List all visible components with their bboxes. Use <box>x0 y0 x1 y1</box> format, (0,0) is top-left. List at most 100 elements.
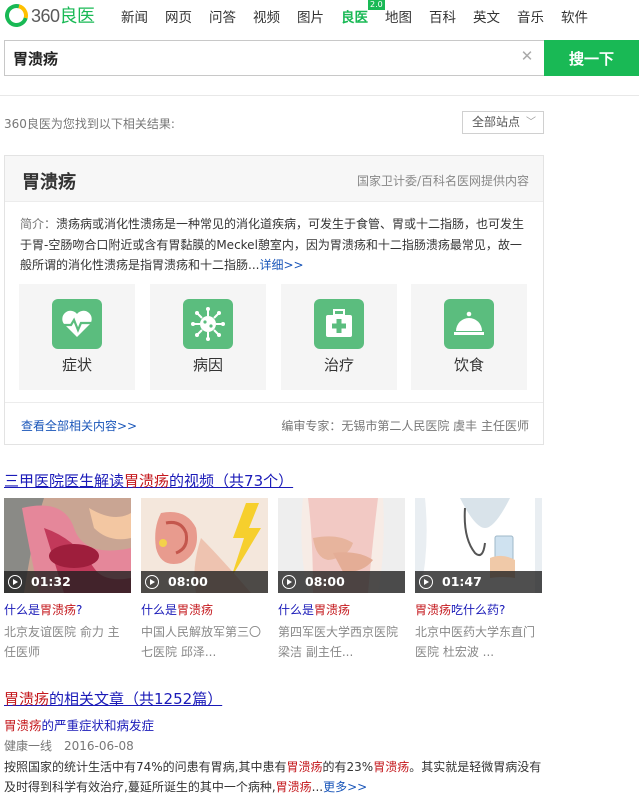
video-item[interactable]: 08:00 什么是胃溃疡 中国人民解放军第三〇七医院 邱泽... <box>141 498 268 668</box>
nav-item-images[interactable]: 图片 <box>297 6 324 26</box>
view-all-link[interactable]: 查看全部相关内容>> <box>21 417 137 434</box>
article-title[interactable]: 胃溃疡的严重症状和病发症 <box>4 715 154 734</box>
chevron-down-icon: ﹀ <box>526 117 536 128</box>
video-title[interactable]: 什么是胃溃疡 <box>278 601 350 618</box>
tile-label: 治疗 <box>323 356 354 374</box>
play-icon <box>8 575 22 589</box>
nav-item-qa[interactable]: 问答 <box>209 6 236 26</box>
video-title[interactable]: 胃溃疡吃什么药? <box>415 601 505 618</box>
logo-text: 360良医 <box>31 2 95 28</box>
video-thumbnail[interactable]: 08:00 <box>141 498 268 593</box>
video-section-heading[interactable]: 三甲医院医生解读胃溃疡的视频（共73个） <box>4 470 293 491</box>
search-input[interactable] <box>4 40 544 76</box>
video-duration: 08:00 <box>278 571 405 593</box>
intro-more-link[interactable]: 详细>> <box>259 258 303 272</box>
nav-item-liangyi[interactable]: 良医 2.0 <box>341 0 385 26</box>
article-more-link[interactable]: 更多>> <box>323 780 367 794</box>
search-button[interactable]: 搜一下 <box>544 40 639 76</box>
food-cloche-icon <box>444 299 494 349</box>
video-thumbnail[interactable]: 01:32 <box>4 498 131 593</box>
site-filter-label: 全部站点 <box>472 115 521 129</box>
article-date: 2016-06-08 <box>64 739 134 753</box>
video-duration: 01:32 <box>4 571 131 593</box>
close-icon[interactable]: ✕ <box>520 49 534 64</box>
tile-label: 症状 <box>61 356 92 374</box>
title-keyword: 胃溃疡 <box>415 603 452 617</box>
nav-item-software[interactable]: 软件 <box>561 6 588 26</box>
nav-item-news[interactable]: 新闻 <box>121 6 148 26</box>
snippet-keyword: 胃溃疡 <box>373 760 410 774</box>
tile-treatment[interactable]: 治疗 <box>281 284 397 390</box>
topic-tiles: 症状 病因 治疗 饮食 <box>19 284 531 390</box>
video-duration: 08:00 <box>141 571 268 593</box>
video-doctor: 中国人民解放军第三〇七医院 邱泽... <box>141 625 262 659</box>
duration-text: 01:32 <box>31 574 71 589</box>
virus-icon <box>183 299 233 349</box>
tile-diet[interactable]: 饮食 <box>411 284 527 390</box>
site-filter-dropdown[interactable]: 全部站点 ﹀ <box>462 111 544 134</box>
nav-item-music[interactable]: 音乐 <box>517 6 544 26</box>
video-item[interactable]: 01:47 胃溃疡吃什么药? 北京中医药大学东直门医院 杜宏波 ... <box>415 498 542 668</box>
snippet-keyword: 胃溃疡 <box>275 780 312 794</box>
article-meta: 健康一线 2016-06-08 <box>4 737 134 754</box>
title-keyword: 胃溃疡 <box>177 603 214 617</box>
knowledge-card: 胃溃疡 国家卫计委/百科名医网提供内容 简介：溃疡病或消化性溃疡是一种常见的消化… <box>4 155 544 445</box>
card-source: 国家卫计委/百科名医网提供内容 <box>356 174 529 188</box>
heading-count: 的相关文章（共1252篇） <box>49 690 223 708</box>
video-doctor: 第四军医大学西京医院 梁洁 副主任... <box>278 625 399 659</box>
video-doctor: 北京友谊医院 俞力 主任医师 <box>4 625 120 659</box>
title-keyword: 胃溃疡 <box>40 603 77 617</box>
header-divider <box>0 95 639 96</box>
title-prefix: 什么是 <box>4 603 41 617</box>
card-intro: 简介：溃疡病或消化性溃疡是一种常见的消化道疾病，可发生于食管、胃或十二指肠，也可… <box>20 214 532 276</box>
video-doctor: 北京中医药大学东直门医院 杜宏波 ... <box>415 625 536 659</box>
heading-keyword: 胃溃疡 <box>124 472 170 490</box>
snippet-text: ... <box>311 780 324 794</box>
video-duration: 01:47 <box>415 571 542 593</box>
heading-keyword: 胃溃疡 <box>4 690 50 708</box>
tile-causes[interactable]: 病因 <box>150 284 266 390</box>
nav-item-video[interactable]: 视频 <box>253 6 280 26</box>
reviewer-info: 编审专家：无锡市第二人民医院 虞丰 主任医师 <box>281 419 529 433</box>
result-info: 360良医为您找到以下相关结果: <box>4 117 175 131</box>
article-source: 健康一线 <box>4 739 53 753</box>
video-list: 01:32 什么是胃溃疡? 北京友谊医院 俞力 主任医师 08:00 什么是胃溃… <box>4 498 544 668</box>
title-suffix: 的严重症状和病发症 <box>41 718 155 733</box>
video-title[interactable]: 什么是胃溃疡? <box>4 601 82 618</box>
intro-lead: 简介： <box>20 217 57 231</box>
nav-item-web[interactable]: 网页 <box>165 6 192 26</box>
title-suffix: ? <box>76 603 83 617</box>
card-header: 胃溃疡 国家卫计委/百科名医网提供内容 <box>5 156 543 202</box>
play-icon <box>282 575 296 589</box>
nav-item-baike[interactable]: 百科 <box>429 6 456 26</box>
snippet-text: 按照国家的统计生活中有74%的问患有胃病,其中患有 <box>4 760 287 774</box>
article-snippet: 按照国家的统计生活中有74%的问患有胃病,其中患有胃溃疡的有23%胃溃疡。其实就… <box>4 757 544 795</box>
logo-ring-icon <box>0 0 33 31</box>
heart-pulse-icon <box>52 299 102 349</box>
logo-brand: 良医 <box>59 6 96 26</box>
logo[interactable]: 360良医 <box>0 0 95 31</box>
video-thumbnail[interactable]: 01:47 <box>415 498 542 593</box>
duration-text: 01:47 <box>442 574 482 589</box>
nav-item-liangyi-label: 良医 <box>341 10 368 26</box>
duration-text: 08:00 <box>305 574 345 589</box>
play-icon <box>145 575 159 589</box>
article-section-heading[interactable]: 胃溃疡的相关文章（共1252篇） <box>4 688 222 709</box>
video-item[interactable]: 08:00 什么是胃溃疡 第四军医大学西京医院 梁洁 副主任... <box>278 498 405 668</box>
tile-label: 饮食 <box>453 356 484 374</box>
nav-item-map[interactable]: 地图 <box>385 6 412 26</box>
video-title[interactable]: 什么是胃溃疡 <box>141 601 213 618</box>
nav-item-english[interactable]: 英文 <box>473 6 500 26</box>
video-item[interactable]: 01:32 什么是胃溃疡? 北京友谊医院 俞力 主任医师 <box>4 498 131 668</box>
tile-symptoms[interactable]: 症状 <box>19 284 135 390</box>
card-footer-divider <box>5 402 543 403</box>
snippet-text: 的有23% <box>322 760 374 774</box>
video-thumbnail[interactable]: 08:00 <box>278 498 405 593</box>
duration-text: 08:00 <box>168 574 208 589</box>
tile-label: 病因 <box>192 356 223 374</box>
title-prefix: 什么是 <box>141 603 178 617</box>
snippet-keyword: 胃溃疡 <box>286 760 323 774</box>
title-suffix: 吃什么药? <box>451 603 506 617</box>
card-title: 胃溃疡 <box>22 172 76 193</box>
top-bar: 360良医 新闻 网页 问答 视频 图片 良医 2.0 地图 百科 英文 音乐 软… <box>0 0 639 32</box>
